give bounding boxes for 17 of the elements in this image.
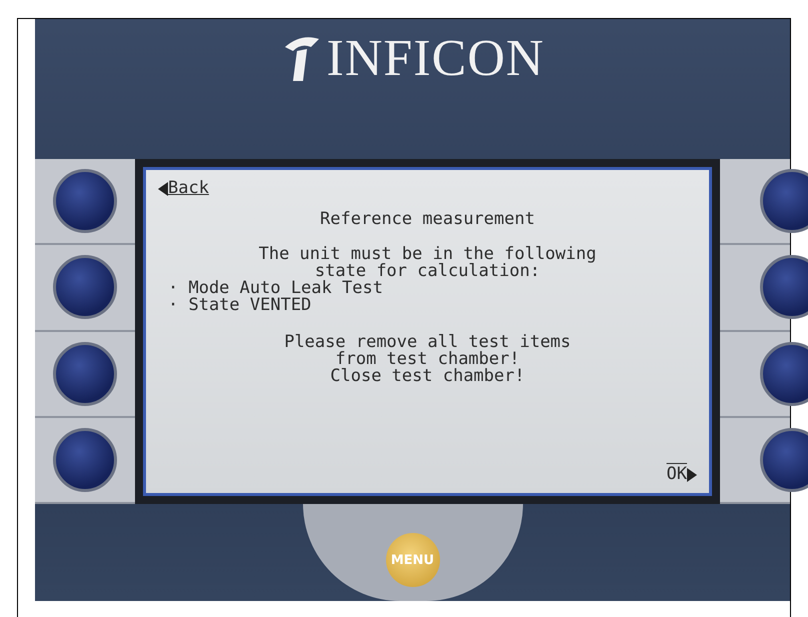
bullet-line: · State VENTED (167, 297, 312, 314)
back-arrow-icon (158, 182, 168, 196)
message-line: state for calculation: (314, 263, 540, 280)
logo-text: INFICON (326, 33, 544, 85)
bullet-line: · Mode Auto Leak Test (167, 280, 384, 297)
back-link[interactable]: Back (158, 180, 209, 197)
soft-key[interactable] (760, 342, 808, 406)
soft-key[interactable] (760, 169, 808, 234)
soft-key[interactable] (760, 428, 808, 492)
instruction-line: Please remove all test items (283, 334, 572, 351)
screen-title: Reference measurement (319, 211, 536, 228)
ok-link[interactable]: OK (666, 466, 697, 483)
soft-key[interactable] (760, 255, 808, 320)
instruction-line: from test chamber! (335, 351, 520, 368)
ok-arrow-icon (687, 468, 697, 482)
instruction-line: Close test chamber! (329, 368, 526, 385)
message-line: The unit must be in the following (258, 246, 598, 263)
